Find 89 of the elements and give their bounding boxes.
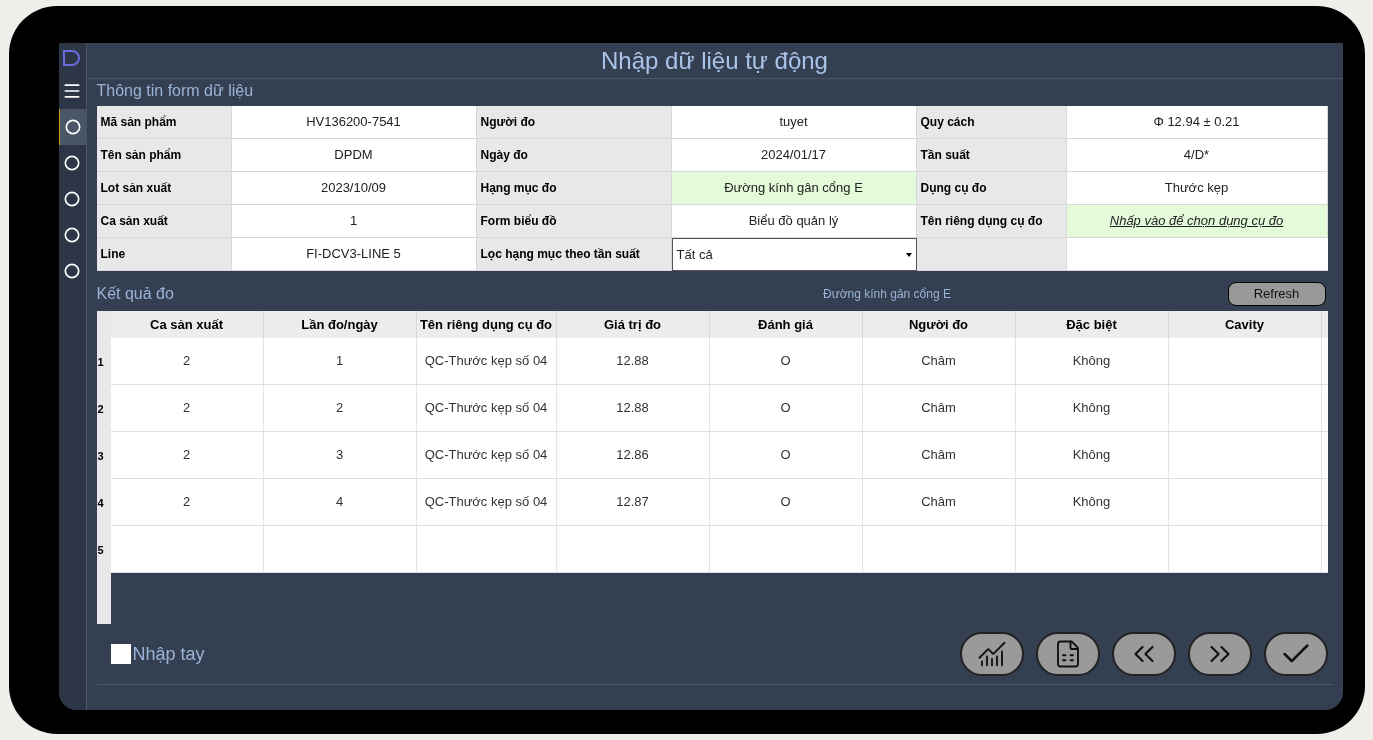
field-value: DPDM: [231, 139, 477, 172]
table-cell-text: 12.86: [616, 446, 649, 465]
table-cell-text: O: [780, 352, 791, 371]
window-title: Nhập dữ liệu tự động: [86, 43, 1343, 79]
field-label: Lot sản xuất: [96, 172, 232, 205]
field-label: Form biểu đồ: [476, 205, 672, 238]
column-header: Giá trị đo: [556, 311, 710, 338]
choose-tool-link[interactable]: Nhấp vào để chọn dụng cụ đo: [1109, 211, 1284, 231]
circle-icon: [64, 227, 80, 243]
table-cell-text: Châm: [921, 399, 956, 418]
column-header: Tên riêng dụng cụ đo: [416, 311, 557, 338]
chart-button[interactable]: [959, 632, 1024, 676]
next-button[interactable]: [1187, 632, 1252, 676]
table-cell-text: O: [780, 493, 791, 512]
measurement-subtitle: Đường kính gân cổng E: [822, 286, 952, 303]
field-label: Tần suất: [916, 139, 1067, 172]
table-cell-text: Châm: [921, 493, 956, 512]
column-header: Người đo: [862, 311, 1016, 338]
section-title: Kết quả đo: [96, 284, 175, 304]
field-label: Lọc hạng mục theo tần suất: [476, 238, 672, 271]
chart-icon: [976, 639, 1007, 669]
previous-button[interactable]: [1111, 632, 1176, 676]
table-cell-text: 1: [335, 352, 344, 371]
table-cell-text: 12.88: [616, 399, 649, 418]
table-cell-text: O: [780, 399, 791, 418]
field-label: Mã sản phẩm: [96, 106, 232, 139]
column-header: Đặc biệt: [1015, 311, 1169, 338]
section-title: Thông tin form dữ liệu: [96, 81, 255, 101]
table-cell-text: QC-Thước kẹp số 04: [424, 446, 548, 465]
circle-icon: [64, 191, 80, 207]
field-label: Tên sản phẩm: [96, 139, 232, 172]
field-value: Φ 12.94 ± 0.21: [1066, 106, 1328, 139]
field-label: Ngày đo: [476, 139, 672, 172]
table-cell-text: Không: [1072, 399, 1111, 418]
table-cell-text: 2: [335, 399, 344, 418]
field-value: 2023/10/09: [231, 172, 477, 205]
table-cell-text: 2: [182, 352, 191, 371]
field-value: Biểu đồ quản lý: [671, 205, 917, 238]
table-cell-text: 12.87: [616, 493, 649, 512]
table-cell-text: 2: [182, 399, 191, 418]
column-header: Đánh giá: [709, 311, 863, 338]
table-cell-text: Không: [1072, 352, 1111, 371]
field-value: tuyet: [671, 106, 917, 139]
field-label: Quy cách: [916, 106, 1067, 139]
field-label: Line: [96, 238, 232, 271]
table-cell-text: Không: [1072, 493, 1111, 512]
table-cell-text: O: [780, 446, 791, 465]
table-cell-text: Châm: [921, 446, 956, 465]
field-label: Ca sản xuất: [96, 205, 232, 238]
column-header: Cavity: [1168, 311, 1322, 338]
field-value: FI-DCV3-LINE 5: [231, 238, 477, 271]
table-cell-text: Châm: [921, 352, 956, 371]
sidebar-item[interactable]: [58, 109, 86, 145]
circle-icon: [64, 155, 80, 171]
table-cell-text: 2: [182, 493, 191, 512]
column-header: Lần đo/ngày: [263, 311, 417, 338]
circle-icon: [65, 119, 81, 135]
table-cell-text: 12.88: [616, 352, 649, 371]
row-number: 3: [97, 449, 104, 464]
circle-icon: [64, 263, 80, 279]
field-label: Người đo: [476, 106, 672, 139]
table-cell-text: 4: [335, 493, 344, 512]
row-number: 2: [97, 402, 104, 417]
field-value: 2024/01/17: [671, 139, 917, 172]
dropdown-caret-icon: [905, 252, 912, 257]
row-number: 4: [97, 496, 104, 511]
frequency-dropdown[interactable]: Tất cả: [671, 238, 917, 271]
manual-entry-checkbox[interactable]: Nhập tay: [110, 640, 205, 668]
table-cell-text: QC-Thước kẹp số 04: [424, 493, 548, 512]
field-value: Đường kính gân cổng E: [671, 172, 917, 205]
field-label: Dụng cụ đo: [916, 172, 1067, 205]
field-label: Tên riêng dụng cụ đo: [916, 205, 1067, 238]
menu-icon[interactable]: [62, 81, 82, 101]
field-value: Thước kẹp: [1066, 172, 1328, 205]
table-cell-text: Không: [1072, 446, 1111, 465]
document-button[interactable]: [1035, 632, 1100, 676]
field-value: 4/D*: [1066, 139, 1328, 172]
row-number: 1: [97, 355, 104, 370]
table-cell-text: 2: [182, 446, 191, 465]
refresh-button[interactable]: Refresh: [1227, 282, 1326, 306]
field-value: 1: [231, 205, 477, 238]
table-cell-text: QC-Thước kẹp số 04: [424, 352, 548, 371]
table-cell-text: QC-Thước kẹp số 04: [424, 399, 548, 418]
column-header: Ca sản xuất: [110, 311, 264, 338]
field-label: Hạng mục đo: [476, 172, 672, 205]
table-cell-text: 3: [335, 446, 344, 465]
confirm-button[interactable]: [1263, 632, 1328, 676]
row-number: 5: [97, 543, 104, 558]
field-value: HV136200-7541: [231, 106, 477, 139]
